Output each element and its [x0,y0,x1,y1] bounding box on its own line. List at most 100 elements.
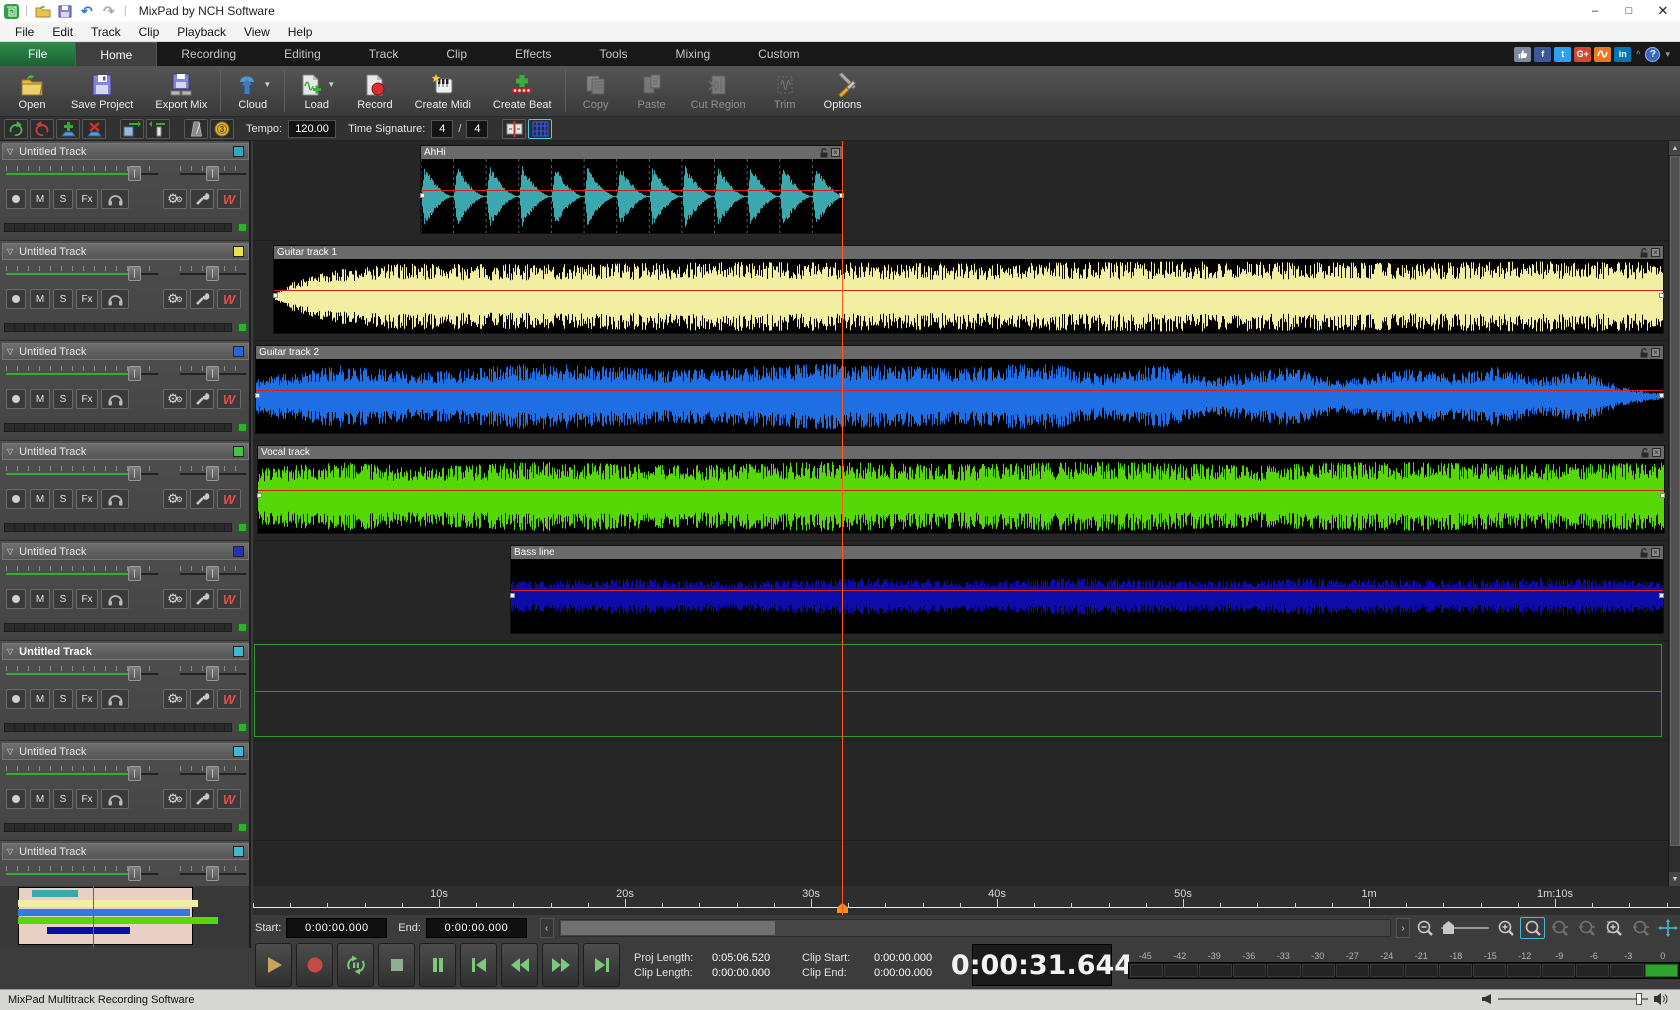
monitor-headphones-icon[interactable] [101,589,129,609]
clip-lock-icon[interactable] [1640,348,1648,358]
volume-slider-handle[interactable] [128,166,141,181]
arm-record-button[interactable] [6,589,26,609]
arm-record-button[interactable] [6,789,26,809]
zoom-out-icon[interactable] [1412,917,1437,939]
track-color-chip[interactable] [233,746,244,757]
arm-record-button[interactable] [6,489,26,509]
track-lane-8[interactable] [253,841,1668,886]
audio-clip-guitar-track-1[interactable]: Guitar track 1× [273,245,1664,334]
record-button[interactable] [296,943,333,987]
googleplus-icon[interactable]: G+ [1574,47,1591,62]
arm-record-button[interactable] [6,389,26,409]
end-time-field[interactable]: 0:00:00.000 [426,918,527,938]
arm-record-button[interactable] [6,289,26,309]
solo-button[interactable]: S [53,589,73,609]
audio-clip-bass-line[interactable]: Bass line× [510,545,1664,634]
track-effects-gears-icon[interactable]: ⚙⚙ [163,589,187,609]
track-tools-wrench-icon[interactable] [190,389,214,409]
monitor-headphones-icon[interactable] [101,389,129,409]
vertical-scrollbar-thumb[interactable] [1670,156,1680,846]
monitor-headphones-icon[interactable] [101,289,129,309]
tab-file[interactable]: File [0,42,75,66]
volume-slider-handle[interactable] [128,766,141,781]
tab-effects[interactable]: Effects [491,42,575,66]
clip-close-icon[interactable]: × [1651,548,1660,557]
monitor-headphones-icon[interactable] [101,489,129,509]
clip-lock-icon[interactable] [1640,548,1648,558]
dropdown-arrow-icon[interactable]: ▼ [263,80,271,89]
collapse-chevron-icon[interactable]: ▽ [7,147,13,156]
volume-slider-handle[interactable] [1636,993,1642,1005]
fade-handle-left[interactable] [257,493,262,498]
fx-button[interactable]: Fx [76,189,98,209]
zoom-slider[interactable] [1439,918,1491,938]
maximize-button[interactable]: □ [1612,0,1646,22]
pan-slider-handle[interactable] [206,166,219,181]
track-panel-header[interactable]: ▽Untitled Track [2,443,249,460]
zoom-fit-icon[interactable] [1520,917,1545,939]
track-eq-icon[interactable]: W [217,289,241,309]
fade-handle-right[interactable] [1660,493,1665,498]
zoom-in-icon[interactable] [1493,917,1518,939]
solo-button[interactable]: S [53,189,73,209]
solo-button[interactable]: S [53,289,73,309]
arm-record-button[interactable] [6,189,26,209]
volume-slider[interactable] [1498,998,1648,1000]
solo-button[interactable]: S [53,689,73,709]
scroll-up-arrow[interactable]: ▲ [1669,141,1680,155]
tempo-field[interactable]: 120.00 [288,120,336,138]
clip-lock-icon[interactable] [1641,448,1649,458]
tab-track[interactable]: Track [345,42,423,66]
volume-slider-handle[interactable] [128,466,141,481]
expand-caret-icon[interactable]: ^ [1636,49,1640,59]
track-color-chip[interactable] [233,346,244,357]
track-effects-gears-icon[interactable]: ⚙⚙ [163,689,187,709]
monitor-headphones-icon[interactable] [101,189,129,209]
clip-shift-left-icon[interactable] [146,119,170,139]
track-lane-4[interactable]: Vocal track× [253,441,1668,541]
track-lane-5[interactable]: Bass line× [253,541,1668,641]
time-signature-numerator[interactable]: 4 [431,120,453,138]
track-color-chip[interactable] [233,146,244,157]
track-color-chip[interactable] [233,646,244,657]
time-signature-denominator[interactable]: 4 [466,120,488,138]
track-effects-gears-icon[interactable]: ⚙⚙ [163,789,187,809]
menu-clip[interactable]: Clip [130,23,169,41]
mute-button[interactable]: M [30,689,50,709]
twitter-icon[interactable]: t [1554,47,1571,62]
skip-start-button[interactable] [460,943,497,987]
fade-handle-left[interactable] [420,193,425,198]
mute-button[interactable]: M [30,789,50,809]
track-effects-gears-icon[interactable]: ⚙⚙ [163,389,187,409]
collapse-chevron-icon[interactable]: ▽ [7,547,13,556]
tab-mixing[interactable]: Mixing [651,42,734,66]
track-panel-header[interactable]: ▽Untitled Track [2,143,249,160]
metronome-icon[interactable] [184,119,208,139]
tab-recording[interactable]: Recording [157,42,260,66]
audio-clip-vocal-track[interactable]: Vocal track× [257,445,1665,534]
track-panel-header[interactable]: ▽Untitled Track [2,343,249,360]
volume-slider-handle[interactable] [128,266,141,281]
volume-slider-handle[interactable] [128,366,141,381]
solo-button[interactable]: S [53,489,73,509]
close-button[interactable]: ✕ [1646,0,1680,22]
collapse-chevron-icon[interactable]: ▽ [7,447,13,456]
zoom-slider-handle[interactable] [1443,921,1454,934]
fx-button[interactable]: Fx [76,489,98,509]
track-color-chip[interactable] [233,446,244,457]
track-panel-header[interactable]: ▽Untitled Track [2,543,249,560]
menu-edit[interactable]: Edit [43,23,82,41]
clip-close-icon[interactable]: × [1651,248,1660,257]
redo-clip-icon[interactable] [30,119,54,139]
solo-button[interactable]: S [53,389,73,409]
create-midi-button[interactable]: Create Midi [404,66,482,116]
zoom-vertical-icon[interactable] [1601,917,1626,939]
track-eq-icon[interactable]: W [217,689,241,709]
collapse-chevron-icon[interactable]: ▽ [7,347,13,356]
pause-button[interactable] [419,943,456,987]
scroll-follow-icon[interactable] [1655,917,1680,939]
track-tools-wrench-icon[interactable] [190,589,214,609]
horizontal-scrollbar[interactable] [559,919,1392,937]
fade-handle-left[interactable] [273,293,278,298]
pan-slider-handle[interactable] [206,566,219,581]
